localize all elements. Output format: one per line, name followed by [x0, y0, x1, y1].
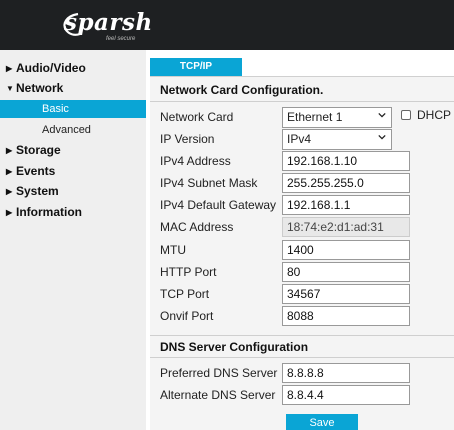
sidebar-item-system[interactable]: ▶ System [6, 184, 59, 198]
network-card-section-title: Network Card Configuration. [160, 83, 324, 97]
ipv4-address-input[interactable]: 192.168.1.10 [282, 151, 410, 171]
section-divider [150, 357, 454, 358]
sidebar-item-label: Network [16, 81, 64, 95]
collapsed-arrow-icon: ▶ [6, 145, 13, 155]
top-header: sparsh feel secure [0, 0, 454, 50]
dhcp-option[interactable]: DHCP [401, 108, 451, 122]
sidebar-item-label: System [16, 184, 59, 198]
subnet-mask-label: IPv4 Subnet Mask [160, 176, 258, 190]
expanded-arrow-icon: ▼ [6, 83, 14, 93]
tcpip-settings-panel: Network Card Configuration. Network Card… [150, 76, 454, 430]
mac-address-label: MAC Address [160, 220, 234, 234]
sidebar-item-audio-video[interactable]: ▶ Audio/Video [6, 61, 86, 75]
logo-tagline: feel secure [106, 36, 136, 42]
network-card-select[interactable]: Ethernet 1 [282, 107, 392, 128]
ipv4-address-label: IPv4 Address [160, 154, 231, 168]
tab-tcp-ip[interactable]: TCP/IP [150, 58, 242, 76]
network-card-value: Ethernet 1 [287, 110, 343, 124]
tcp-port-input[interactable]: 34567 [282, 284, 410, 304]
sidebar-item-label: Information [16, 205, 82, 219]
sidebar-item-storage[interactable]: ▶ Storage [6, 143, 61, 157]
sidebar-item-events[interactable]: ▶ Events [6, 164, 55, 178]
onvif-port-label: Onvif Port [160, 309, 214, 323]
sidebar-item-label: Events [16, 164, 56, 178]
collapsed-arrow-icon: ▶ [6, 186, 13, 196]
mtu-input[interactable]: 1400 [282, 240, 410, 260]
chevron-down-icon [378, 112, 386, 118]
network-card-label: Network Card [160, 110, 234, 124]
collapsed-arrow-icon: ▶ [6, 63, 13, 73]
onvif-port-input[interactable]: 8088 [282, 306, 410, 326]
collapsed-arrow-icon: ▶ [6, 166, 13, 176]
ip-version-value: IPv4 [287, 132, 312, 146]
alternate-dns-input[interactable]: 8.8.4.4 [282, 385, 410, 405]
sidebar: ▶ Audio/Video ▼ Network Basic Advanced ▶… [0, 50, 146, 430]
tcp-port-label: TCP Port [160, 287, 210, 301]
section-divider [150, 335, 454, 336]
sidebar-item-label: Storage [16, 143, 61, 157]
section-divider [150, 101, 454, 102]
dhcp-checkbox[interactable] [401, 110, 411, 120]
http-port-label: HTTP Port [160, 265, 217, 279]
default-gateway-label: IPv4 Default Gateway [160, 198, 277, 212]
sidebar-subitem-basic[interactable]: Basic [0, 100, 146, 118]
logo-brand-text: sparsh [64, 9, 153, 36]
preferred-dns-input[interactable]: 8.8.8.8 [282, 363, 410, 383]
sidebar-item-label: Audio/Video [16, 61, 86, 75]
http-port-input[interactable]: 80 [282, 262, 410, 282]
ip-version-select[interactable]: IPv4 [282, 129, 392, 150]
collapsed-arrow-icon: ▶ [6, 207, 13, 217]
mac-address-field: 18:74:e2:d1:ad:31 [282, 217, 410, 237]
ip-version-label: IP Version [160, 132, 215, 146]
sparsh-logo: sparsh feel secure [60, 8, 152, 42]
mtu-label: MTU [160, 243, 186, 257]
chevron-down-icon [378, 134, 386, 140]
dhcp-label: DHCP [417, 108, 452, 122]
dns-section-title: DNS Server Configuration [160, 340, 309, 354]
subnet-mask-input[interactable]: 255.255.255.0 [282, 173, 410, 193]
sidebar-item-network[interactable]: ▼ Network [6, 81, 63, 95]
sidebar-subitem-advanced[interactable]: Advanced [0, 121, 146, 139]
save-button[interactable]: Save [286, 414, 358, 430]
default-gateway-input[interactable]: 192.168.1.1 [282, 195, 410, 215]
sidebar-item-information[interactable]: ▶ Information [6, 205, 82, 219]
preferred-dns-label: Preferred DNS Server [160, 366, 278, 380]
alternate-dns-label: Alternate DNS Server [160, 388, 276, 402]
